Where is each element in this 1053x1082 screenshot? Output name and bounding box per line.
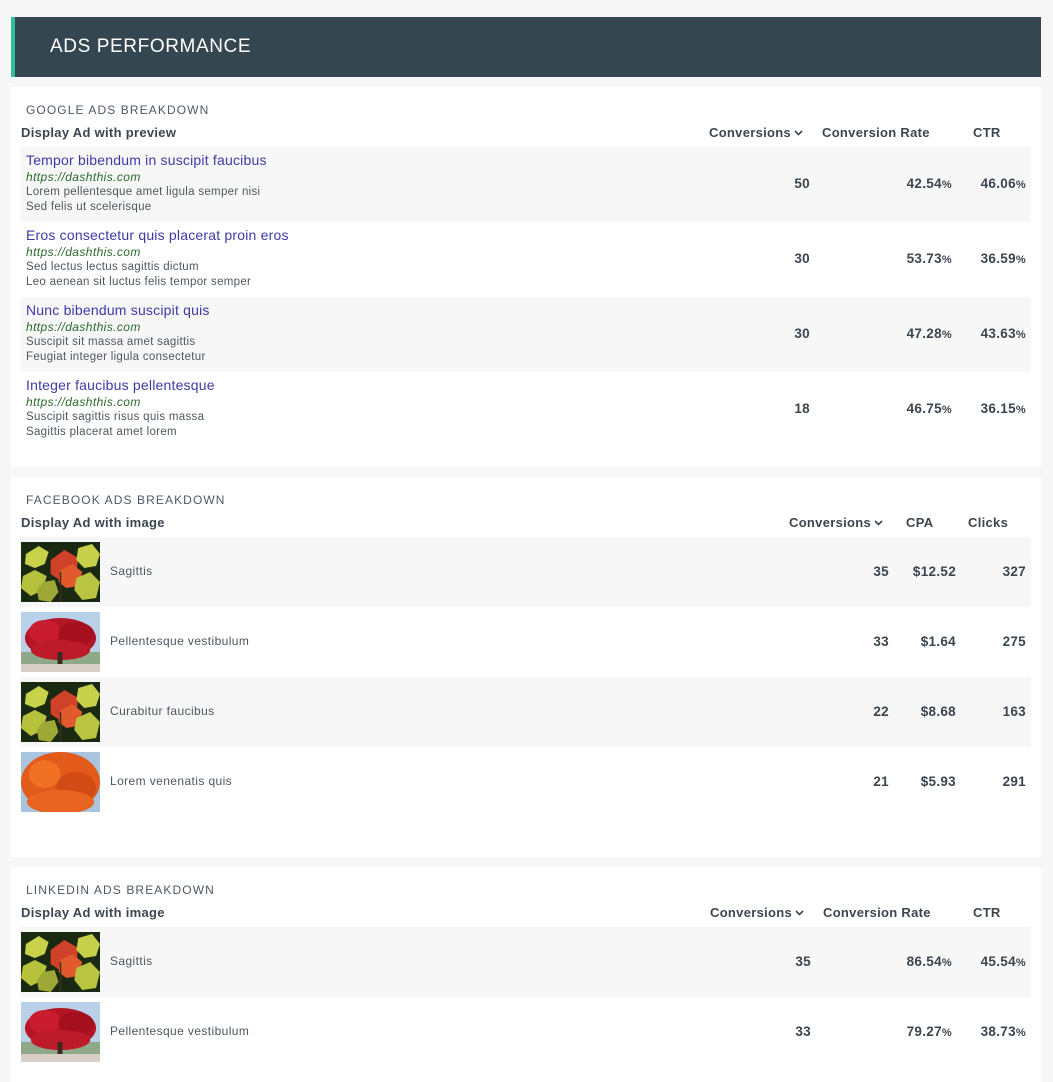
card-title: GOOGLE ADS BREAKDOWN: [26, 103, 210, 117]
ad-label: Sagittis: [110, 564, 153, 578]
ad-description-line: Suscipit sagittis risus quis massa: [26, 411, 205, 423]
column-header-conversions[interactable]: Conversions: [709, 125, 804, 140]
conversions-value: 18: [794, 401, 810, 416]
conversion-rate-value: 53.73%: [906, 251, 952, 266]
cpa-value: $1.64: [920, 634, 956, 649]
card-title: FACEBOOK ADS BREAKDOWN: [26, 493, 226, 507]
ad-url: https://dashthis.com: [26, 320, 141, 334]
column-header-conversions[interactable]: Conversions: [710, 905, 805, 920]
column-header-clicks[interactable]: Clicks: [968, 515, 1008, 530]
ad-label: Sagittis: [110, 954, 153, 968]
ad-title-link[interactable]: Integer faucibus pellentesque: [26, 377, 215, 393]
conversions-value: 35: [795, 954, 811, 969]
ad-description-line: Sed lectus lectus sagittis dictum: [26, 261, 199, 273]
google-ads-table: Tempor bibendum in suscipit faucibus htt…: [20, 147, 1031, 447]
ad-description-line: Suscipit sit massa amet sagittis: [26, 336, 196, 348]
chevron-down-icon: [794, 130, 803, 136]
page-header: ADS PERFORMANCE: [11, 17, 1041, 77]
ad-description-line: Sagittis placerat amet lorem: [26, 426, 177, 438]
ctr-value: 46.06%: [980, 176, 1026, 191]
column-header-conversions-label: Conversions: [709, 125, 792, 140]
ad-thumbnail-image: [21, 612, 100, 672]
chevron-down-icon: [795, 910, 804, 916]
ctr-value: 45.54%: [980, 954, 1026, 969]
column-header-ctr[interactable]: CTR: [973, 125, 1001, 140]
ctr-value: 36.59%: [980, 251, 1026, 266]
column-header-ad: Display Ad with image: [21, 515, 165, 530]
conversion-rate-value: 79.27%: [906, 1024, 952, 1039]
column-header-ad: Display Ad with preview: [21, 125, 177, 140]
conversions-value: 21: [873, 774, 889, 789]
ad-label: Curabitur faucibus: [110, 704, 215, 718]
column-header-conversions[interactable]: Conversions: [789, 515, 884, 530]
cpa-value: $12.52: [912, 564, 956, 579]
table-row: Tempor bibendum in suscipit faucibus htt…: [20, 147, 1031, 222]
conversion-rate-value: 42.54%: [906, 176, 952, 191]
table-row: Sagittis 35 86.54% 45.54%: [20, 927, 1031, 997]
ad-description-line: Feugiat integer ligula consectetur: [26, 351, 206, 363]
ad-description-line: Sed felis ut scelerisque: [26, 201, 152, 213]
column-header-conversion-rate[interactable]: Conversion Rate: [822, 125, 930, 140]
ad-title-link[interactable]: Nunc bibendum suscipit quis: [26, 302, 210, 318]
conversion-rate-value: 86.54%: [906, 954, 952, 969]
ad-label: Pellentesque vestibulum: [110, 634, 250, 648]
ad-url: https://dashthis.com: [26, 395, 141, 409]
column-header-ad: Display Ad with image: [21, 905, 165, 920]
clicks-value: 163: [1002, 704, 1026, 719]
column-header-cpa[interactable]: CPA: [906, 515, 933, 530]
table-row: Sagittis 35 $12.52 327: [20, 537, 1031, 607]
ad-description-line: Leo aenean sit luctus felis tempor sempe…: [26, 276, 252, 288]
table-row: Pellentesque vestibulum 33 $1.64 275: [20, 607, 1031, 677]
chevron-down-icon: [874, 520, 883, 526]
ad-description-line: Lorem pellentesque amet ligula semper ni…: [26, 186, 261, 198]
ad-thumbnail-image: [21, 682, 100, 742]
column-header-ctr[interactable]: CTR: [973, 905, 1001, 920]
conversions-value: 35: [873, 564, 889, 579]
conversions-value: 30: [794, 326, 810, 341]
facebook-ads-card: FACEBOOK ADS BREAKDOWN Display Ad with i…: [11, 477, 1041, 857]
column-header-conversions-label: Conversions: [710, 905, 793, 920]
conversion-rate-value: 47.28%: [906, 326, 952, 341]
ad-url: https://dashthis.com: [26, 245, 141, 259]
card-title: LINKEDIN ADS BREAKDOWN: [26, 883, 215, 897]
ad-label: Pellentesque vestibulum: [110, 1024, 250, 1038]
page-title: ADS PERFORMANCE: [50, 36, 252, 57]
table-row: Pellentesque vestibulum 33 79.27% 38.73%: [20, 997, 1031, 1067]
clicks-value: 327: [1002, 564, 1026, 579]
ctr-value: 36.15%: [980, 401, 1026, 416]
ad-thumbnail-image: [21, 752, 100, 812]
ctr-value: 38.73%: [980, 1024, 1026, 1039]
conversions-value: 22: [873, 704, 889, 719]
clicks-value: 291: [1002, 774, 1026, 789]
linkedin-ads-table: Sagittis 35 86.54% 45.54% Pellentesque v…: [20, 927, 1031, 1067]
ad-thumbnail-image: [21, 542, 100, 602]
ad-label: Lorem venenatis quis: [110, 774, 233, 788]
conversions-value: 33: [795, 1024, 811, 1039]
table-row: Integer faucibus pellentesque https://da…: [20, 372, 1031, 447]
ad-thumbnail-image: [21, 932, 100, 992]
ad-url: https://dashthis.com: [26, 170, 141, 184]
clicks-value: 275: [1002, 634, 1026, 649]
conversions-value: 50: [794, 176, 810, 191]
ctr-value: 43.63%: [980, 326, 1026, 341]
conversions-value: 30: [794, 251, 810, 266]
ad-title-link[interactable]: Eros consectetur quis placerat proin ero…: [26, 227, 289, 243]
table-row: Eros consectetur quis placerat proin ero…: [20, 222, 1031, 297]
column-header-conversion-rate[interactable]: Conversion Rate: [823, 905, 931, 920]
conversion-rate-value: 46.75%: [906, 401, 952, 416]
cpa-value: $8.68: [920, 704, 956, 719]
table-row: Nunc bibendum suscipit quis https://dash…: [20, 297, 1031, 372]
table-row: Curabitur faucibus 22 $8.68 163: [20, 677, 1031, 747]
conversions-value: 33: [873, 634, 889, 649]
table-row: Lorem venenatis quis 21 $5.93 291: [20, 747, 1031, 817]
google-ads-card: GOOGLE ADS BREAKDOWN Display Ad with pre…: [11, 87, 1041, 467]
linkedin-ads-card: LINKEDIN ADS BREAKDOWN Display Ad with i…: [11, 867, 1041, 1082]
cpa-value: $5.93: [920, 774, 956, 789]
ad-thumbnail-image: [21, 1002, 100, 1062]
facebook-ads-table: Sagittis 35 $12.52 327 Pellentesque vest…: [20, 537, 1031, 817]
ad-title-link[interactable]: Tempor bibendum in suscipit faucibus: [26, 152, 267, 168]
column-header-conversions-label: Conversions: [789, 515, 872, 530]
